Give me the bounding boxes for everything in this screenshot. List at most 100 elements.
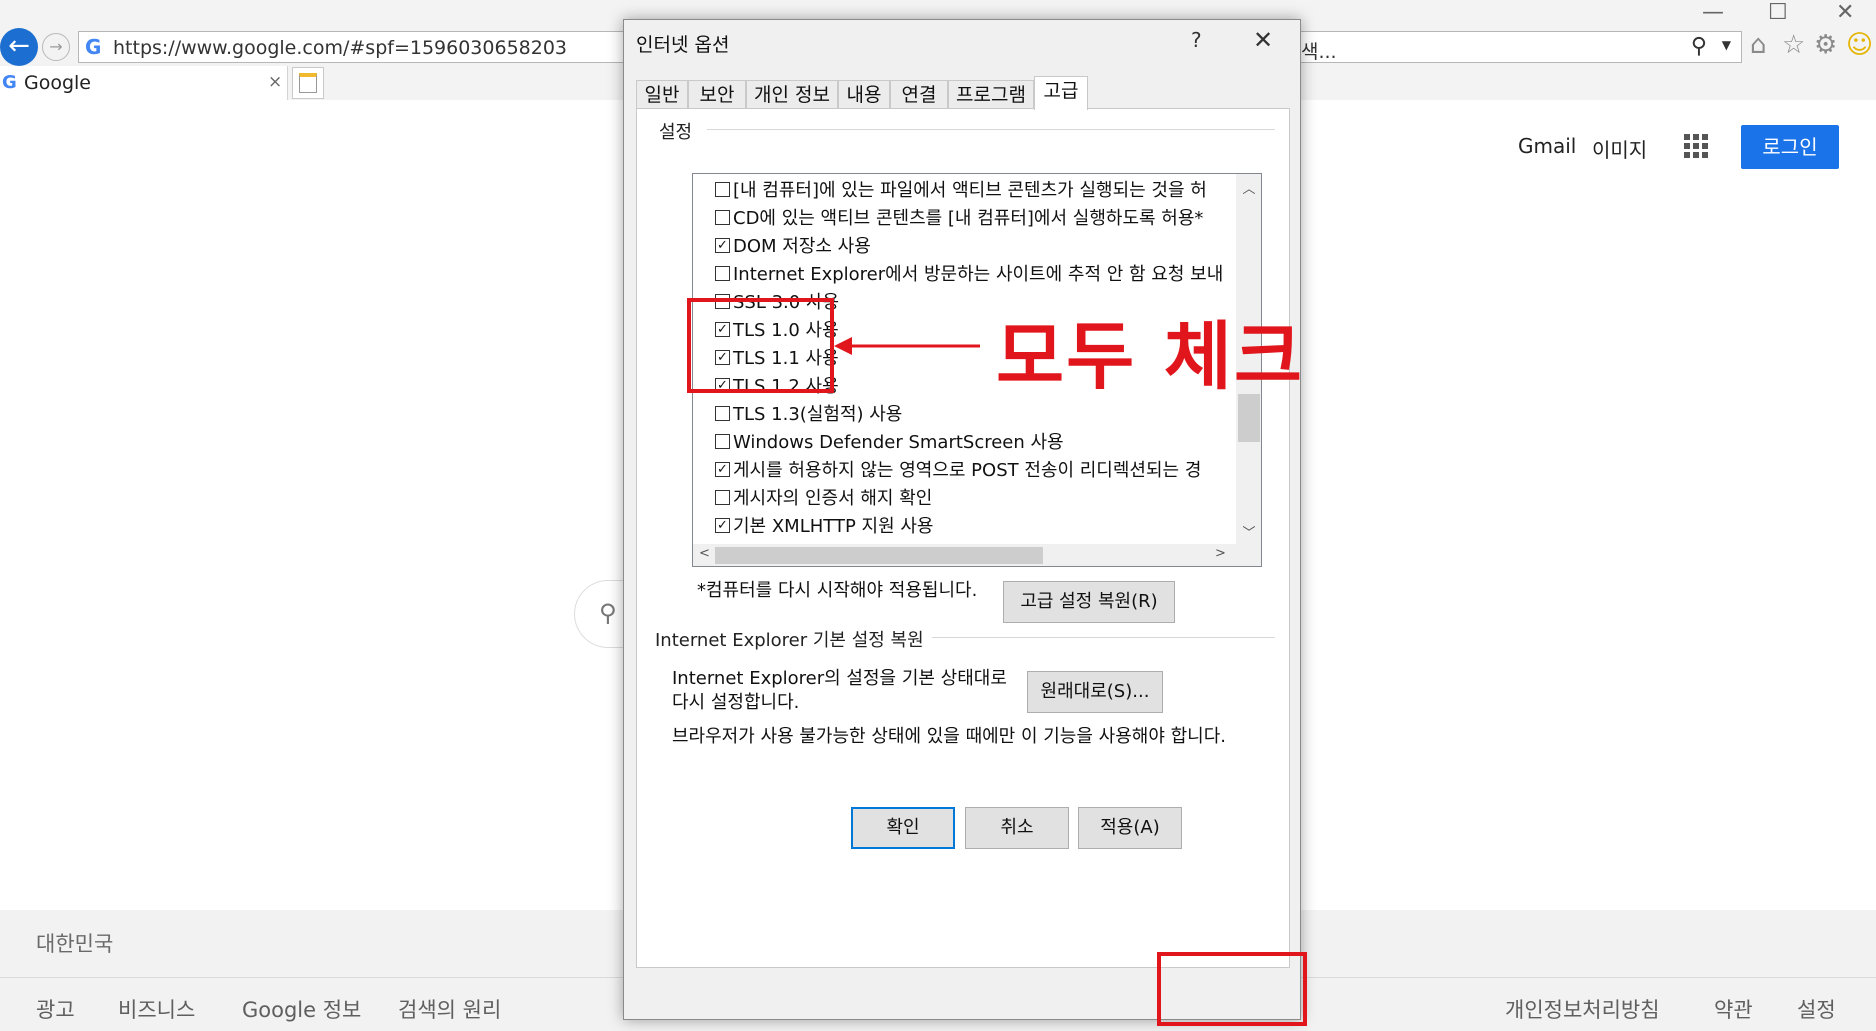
- google-favicon-icon: G: [85, 35, 102, 59]
- forward-arrow-icon[interactable]: →: [42, 33, 70, 61]
- reset-divider: [877, 637, 1275, 638]
- setting-label: TLS 1.3(실험적) 사용: [733, 404, 903, 425]
- settings-label: 설정: [659, 118, 701, 144]
- annotation-arrow-icon: [834, 337, 980, 355]
- login-button[interactable]: 로그인: [1741, 125, 1839, 169]
- tab-connections[interactable]: 연결: [890, 80, 948, 109]
- checkbox-checked-icon[interactable]: ✓: [715, 237, 730, 253]
- google-favicon-icon: G: [2, 72, 17, 93]
- checkbox-icon[interactable]: [715, 433, 730, 449]
- search-icon: ⚲: [599, 599, 617, 627]
- setting-row[interactable]: TLS 1.3(실험적) 사용: [715, 400, 902, 426]
- search-icon[interactable]: ⚲: [1691, 34, 1707, 59]
- tls-highlight-box: [687, 298, 834, 393]
- tab-security[interactable]: 보안: [688, 80, 746, 109]
- tab-content[interactable]: 내용: [838, 80, 890, 109]
- reset-button[interactable]: 원래대로(S)...: [1027, 671, 1163, 713]
- browser-tab[interactable]: G Google ×: [0, 66, 288, 100]
- settings-divider: [707, 129, 1275, 130]
- horizontal-scrollbar[interactable]: < >: [693, 544, 1236, 566]
- dialog-tabs: 일반 보안 개인 정보 내용 연결 프로그램 고급: [636, 76, 1296, 110]
- checkbox-icon[interactable]: [715, 265, 730, 281]
- back-arrow-icon[interactable]: ←: [0, 28, 38, 66]
- address-fragment: 색...: [1301, 41, 1337, 63]
- checkbox-icon[interactable]: [715, 209, 730, 225]
- cancel-button[interactable]: 취소: [965, 807, 1069, 849]
- internet-options-dialog: 인터넷 옵션 ? ✕ 일반 보안 개인 정보 내용 연결 프로그램 고급 설정 …: [623, 19, 1301, 1020]
- scroll-down-icon[interactable]: ﹀: [1236, 522, 1261, 541]
- setting-label: [내 컴퓨터]에 있는 파일에서 액티브 콘텐츠가 실행되는 것을 허: [733, 180, 1207, 201]
- address-bar-right[interactable]: 색... ⚲ ▼: [1298, 31, 1742, 63]
- scroll-corner: [1236, 544, 1261, 566]
- reset-warning: 브라우저가 사용 불가능한 상태에 있을 때에만 이 기능을 사용해야 합니다.: [672, 726, 1227, 747]
- footer-link-business[interactable]: 비즈니스: [118, 994, 195, 1024]
- setting-label: Windows Defender SmartScreen 사용: [733, 432, 1064, 453]
- scroll-right-icon[interactable]: >: [1215, 546, 1226, 561]
- footer-link-how-search-works[interactable]: 검색의 원리: [398, 994, 501, 1024]
- address-bar[interactable]: G https://www.google.com/#spf=1596030658…: [78, 31, 628, 63]
- ie-reset-label: Internet Explorer 기본 설정 복원: [655, 626, 932, 652]
- minimize-icon[interactable]: —: [1702, 0, 1724, 25]
- scroll-left-icon[interactable]: <: [699, 546, 710, 561]
- dialog-close-icon[interactable]: ✕: [1253, 26, 1273, 54]
- checkbox-icon[interactable]: [715, 181, 730, 197]
- advanced-tab-panel: 설정 [내 컴퓨터]에 있는 파일에서 액티브 콘텐츠가 실행되는 것을 허 CD…: [636, 108, 1290, 968]
- setting-label: CD에 있는 액티브 콘텐츠를 [내 컴퓨터]에서 실행하도록 허용*: [733, 208, 1204, 229]
- annotation-text: 모두 체크: [996, 314, 1305, 400]
- checkbox-icon[interactable]: [715, 489, 730, 505]
- tab-programs[interactable]: 프로그램: [948, 80, 1034, 109]
- setting-row[interactable]: CD에 있는 액티브 콘텐츠를 [내 컴퓨터]에서 실행하도록 허용*: [715, 204, 1203, 230]
- toolbar-icons: ⌂ ☆ ⚙ ☺: [1748, 30, 1876, 66]
- setting-label: 기본 XMLHTTP 지원 사용: [733, 516, 934, 537]
- dropdown-caret-icon[interactable]: ▼: [1722, 38, 1731, 52]
- restart-note: *컴퓨터를 다시 시작해야 적용됩니다.: [697, 580, 978, 601]
- ie-reset-description: Internet Explorer의 설정을 기본 상태대로 다시 설정합니다.: [672, 668, 1007, 713]
- help-icon[interactable]: ?: [1191, 28, 1202, 52]
- tab-general[interactable]: 일반: [636, 80, 688, 109]
- setting-row[interactable]: Windows Defender SmartScreen 사용: [715, 428, 1064, 454]
- restore-advanced-button[interactable]: 고급 설정 복원(R): [1003, 581, 1175, 623]
- apps-grid-icon[interactable]: [1684, 134, 1708, 158]
- new-tab-button[interactable]: [292, 67, 324, 99]
- footer-link-privacy[interactable]: 개인정보처리방침: [1505, 994, 1660, 1024]
- apply-button[interactable]: 적용(A): [1078, 807, 1182, 849]
- setting-row[interactable]: ✓ DOM 저장소 사용: [715, 232, 871, 258]
- setting-label: 게시를 허용하지 않는 영역으로 POST 전송이 리디렉션되는 경: [733, 460, 1202, 481]
- ok-button[interactable]: 확인: [851, 807, 955, 849]
- checkbox-checked-icon[interactable]: ✓: [715, 517, 730, 533]
- setting-label: DOM 저장소 사용: [733, 236, 871, 257]
- checkbox-checked-icon[interactable]: ✓: [715, 461, 730, 477]
- gear-icon[interactable]: ⚙: [1814, 30, 1837, 60]
- new-tab-icon: [299, 73, 317, 93]
- footer-link-ads[interactable]: 광고: [36, 994, 75, 1024]
- country-label: 대한민국: [36, 932, 114, 956]
- footer-link-settings[interactable]: 설정: [1797, 994, 1836, 1024]
- tab-advanced[interactable]: 고급: [1034, 76, 1088, 110]
- tab-close-icon[interactable]: ×: [268, 72, 282, 92]
- images-link[interactable]: 이미지: [1592, 134, 1647, 163]
- setting-label: 게시자의 인증서 해지 확인: [733, 488, 933, 509]
- dialog-title: 인터넷 옵션: [636, 34, 730, 56]
- setting-row[interactable]: Internet Explorer에서 방문하는 사이트에 추적 안 함 요청 …: [715, 260, 1223, 286]
- smiley-feedback-icon[interactable]: ☺: [1846, 30, 1873, 60]
- favorites-star-icon[interactable]: ☆: [1782, 30, 1805, 60]
- apply-highlight-box: [1157, 952, 1307, 1026]
- footer-link-about[interactable]: Google 정보: [242, 994, 361, 1024]
- tab-title: Google: [24, 72, 92, 94]
- setting-row[interactable]: 게시자의 인증서 해지 확인: [715, 484, 932, 510]
- footer-link-terms[interactable]: 약관: [1714, 994, 1753, 1024]
- scroll-up-icon[interactable]: ︿: [1236, 178, 1261, 197]
- checkbox-icon[interactable]: [715, 405, 730, 421]
- setting-row[interactable]: ✓ 게시를 허용하지 않는 영역으로 POST 전송이 리디렉션되는 경: [715, 456, 1201, 482]
- gmail-link[interactable]: Gmail: [1518, 134, 1576, 158]
- screen: ← → G https://www.google.com/#spf=159603…: [0, 0, 1876, 1031]
- address-url[interactable]: https://www.google.com/#spf=159603065820…: [113, 37, 567, 59]
- tab-privacy[interactable]: 개인 정보: [746, 80, 838, 109]
- window-close-icon[interactable]: ✕: [1836, 0, 1854, 25]
- hscrollbar-thumb[interactable]: [715, 547, 1043, 564]
- setting-row[interactable]: [내 컴퓨터]에 있는 파일에서 액티브 콘텐츠가 실행되는 것을 허: [715, 176, 1207, 202]
- maximize-icon[interactable]: ☐: [1768, 0, 1788, 25]
- setting-row[interactable]: ✓ 기본 XMLHTTP 지원 사용: [715, 512, 933, 538]
- setting-label: Internet Explorer에서 방문하는 사이트에 추적 안 함 요청 …: [733, 264, 1224, 285]
- home-icon[interactable]: ⌂: [1750, 30, 1767, 60]
